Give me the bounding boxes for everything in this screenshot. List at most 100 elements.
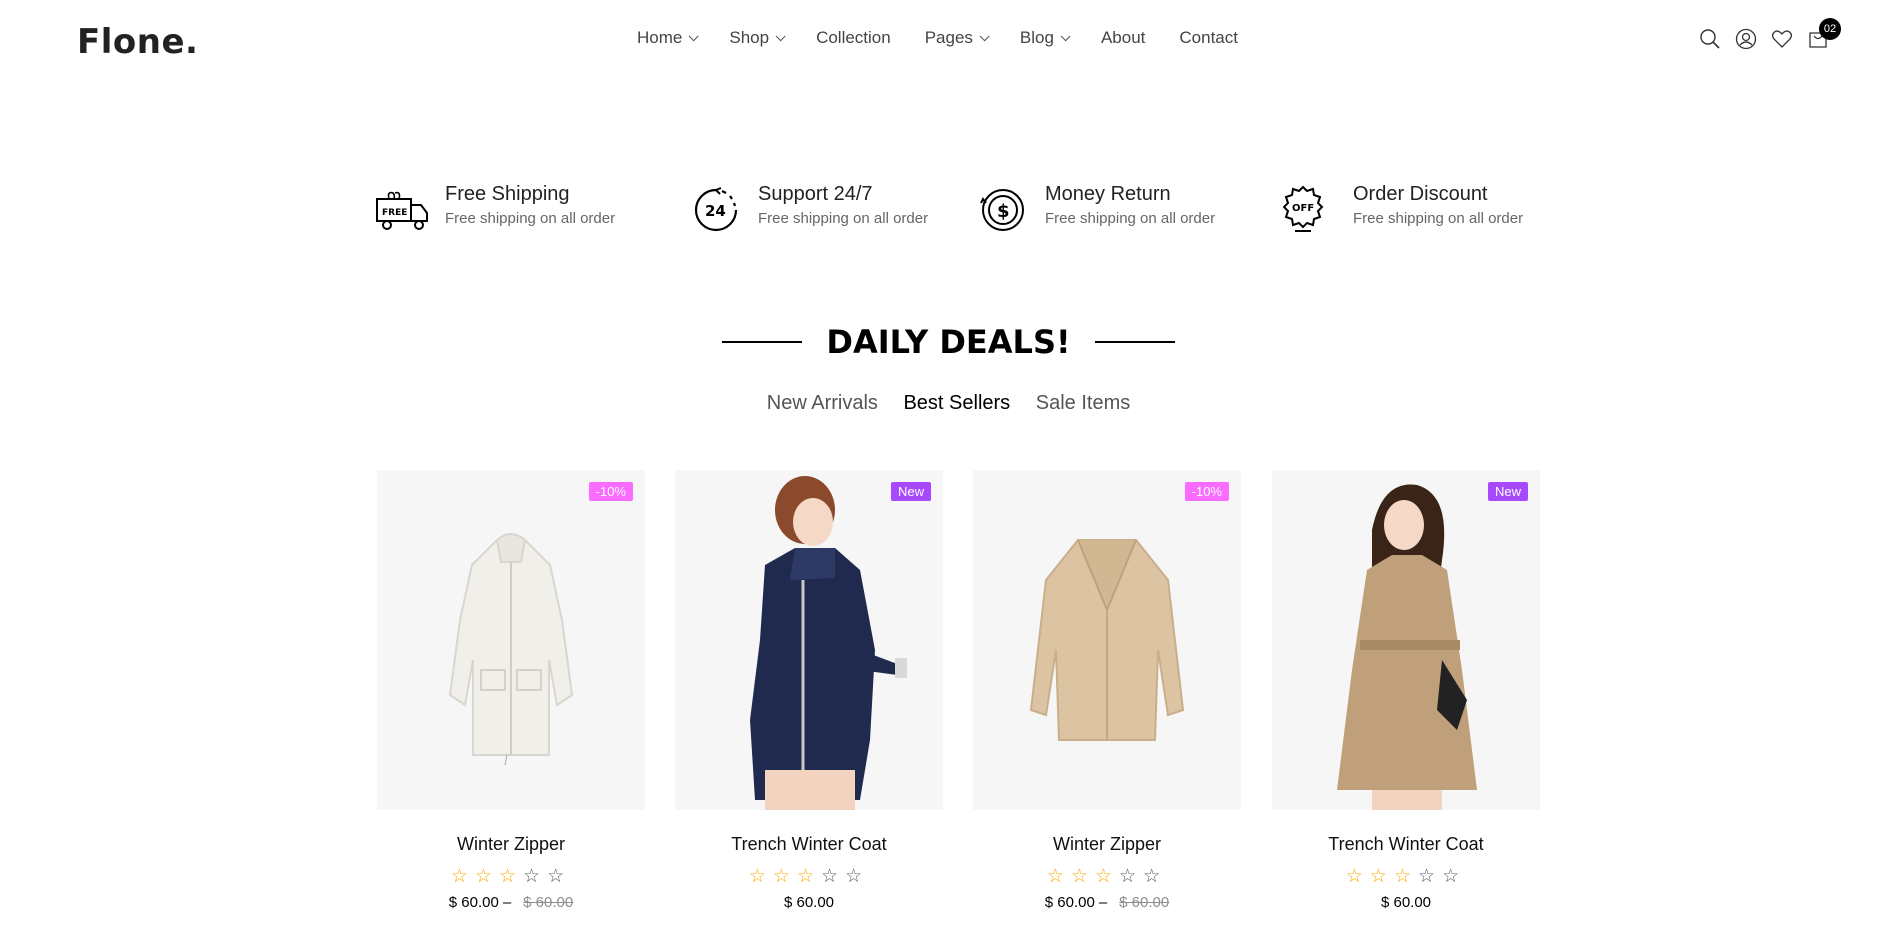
product-price: $ 60.00– $ 60.00 bbox=[377, 894, 645, 911]
product-rating: ☆☆☆☆☆ bbox=[675, 865, 943, 888]
star-filled-icon: ☆ bbox=[796, 866, 822, 887]
star-empty-icon: ☆ bbox=[845, 866, 870, 887]
product-badge: -10% bbox=[588, 482, 633, 501]
star-empty-icon: ☆ bbox=[821, 866, 846, 887]
nav-label: Blog bbox=[1019, 28, 1054, 47]
header-icons: 02 bbox=[1699, 18, 1841, 50]
current-price: $ 60.00 bbox=[1044, 894, 1095, 911]
tab-best-sellers[interactable]: Best Sellers bbox=[903, 392, 1010, 415]
product-badge: New bbox=[890, 482, 931, 501]
feature-desc: Free shipping on all order bbox=[1045, 210, 1216, 227]
old-price: $ 60.00 bbox=[523, 894, 574, 911]
price-separator: – bbox=[502, 894, 512, 911]
user-icon[interactable] bbox=[1735, 28, 1757, 50]
feature-order-discount: OFF Order Discount Free shipping on all … bbox=[1282, 183, 1524, 235]
star-filled-icon: ☆ bbox=[748, 866, 773, 887]
chevron-down-icon bbox=[689, 30, 699, 41]
nav-item-shop[interactable]: Shop bbox=[729, 28, 786, 48]
star-filled-icon: ☆ bbox=[772, 866, 797, 887]
nav-item-home[interactable]: Home bbox=[637, 28, 699, 48]
old-price: $ 60.00 bbox=[1119, 894, 1170, 911]
product-badge: New bbox=[1487, 482, 1528, 501]
feature-title: Order Discount bbox=[1353, 183, 1488, 205]
star-filled-icon: ☆ bbox=[1094, 866, 1120, 887]
nav-label: Contact bbox=[1179, 28, 1238, 47]
nav-label: Home bbox=[637, 28, 683, 47]
cart-count-badge: 02 bbox=[1819, 18, 1841, 40]
star-filled-icon: ☆ bbox=[498, 866, 524, 887]
nav-label: Collection bbox=[816, 28, 891, 47]
support-24-icon: 24 bbox=[688, 185, 744, 235]
star-empty-icon: ☆ bbox=[1143, 866, 1168, 887]
nav-item-pages[interactable]: Pages bbox=[925, 28, 990, 48]
current-price: $ 60.00 bbox=[448, 894, 499, 911]
product-price: $ 60.00 bbox=[675, 894, 943, 911]
nav-item-contact[interactable]: Contact bbox=[1179, 28, 1238, 48]
cart-icon[interactable]: 02 bbox=[1807, 18, 1841, 50]
feature-title: Support 24/7 bbox=[758, 183, 873, 205]
feature-desc: Free shipping on all order bbox=[1353, 210, 1524, 227]
chevron-down-icon bbox=[979, 30, 990, 41]
nav-item-about[interactable]: About bbox=[1101, 28, 1145, 48]
nav-item-blog[interactable]: Blog bbox=[1019, 28, 1071, 48]
product-name[interactable]: Trench Winter Coat bbox=[1272, 834, 1540, 855]
denim-coat-woman-image bbox=[750, 476, 907, 810]
star-filled-icon: ☆ bbox=[450, 866, 475, 887]
product-name[interactable]: Winter Zipper bbox=[973, 834, 1241, 855]
white-jacket-image bbox=[448, 533, 574, 766]
product-image[interactable]: New bbox=[675, 470, 943, 810]
svg-text:FREE: FREE bbox=[382, 208, 407, 218]
feature-desc: Free shipping on all order bbox=[445, 210, 616, 227]
search-icon[interactable] bbox=[1699, 28, 1721, 50]
product-card[interactable]: New Trench Winter Coat ☆☆☆☆☆ $ 60.00 bbox=[675, 470, 943, 911]
product-rating: ☆☆☆☆☆ bbox=[973, 865, 1241, 888]
product-name[interactable]: Trench Winter Coat bbox=[675, 834, 943, 855]
section-title: DAILY DEALS! bbox=[0, 323, 1897, 361]
features-strip: FREE Free Shipping Free shipping on all … bbox=[375, 183, 1525, 243]
star-filled-icon: ☆ bbox=[474, 866, 499, 887]
product-badge: -10% bbox=[1184, 482, 1229, 501]
site-logo[interactable]: Flone. bbox=[77, 22, 198, 62]
feature-money-return: $ Money Return Free shipping on all orde… bbox=[975, 183, 1215, 235]
product-image[interactable]: -10% bbox=[377, 470, 645, 810]
section-heading: DAILY DEALS! bbox=[826, 323, 1071, 361]
svg-text:$: $ bbox=[997, 201, 1010, 222]
beige-teddy-coat-image bbox=[1029, 539, 1185, 741]
product-image[interactable]: New bbox=[1272, 470, 1540, 810]
star-empty-icon: ☆ bbox=[1418, 866, 1443, 887]
free-shipping-truck-icon: FREE bbox=[375, 185, 431, 235]
heart-icon[interactable] bbox=[1771, 28, 1793, 50]
product-price: $ 60.00 bbox=[1272, 894, 1540, 911]
star-filled-icon: ☆ bbox=[1070, 866, 1095, 887]
star-filled-icon: ☆ bbox=[1046, 866, 1071, 887]
title-left-rule bbox=[721, 341, 802, 343]
main-nav: Home Shop Collection Pages Blog About Co… bbox=[637, 28, 1272, 48]
order-discount-icon: OFF bbox=[1282, 185, 1339, 235]
feature-desc: Free shipping on all order bbox=[758, 210, 929, 227]
product-name[interactable]: Winter Zipper bbox=[377, 834, 645, 855]
product-card[interactable]: -10% Winter Zipper ☆☆☆☆☆ $ 60.00– $ 60.00 bbox=[377, 470, 645, 911]
tab-sale-items[interactable]: Sale Items bbox=[1036, 392, 1130, 415]
product-rating: ☆☆☆☆☆ bbox=[377, 865, 645, 888]
trench-coat-woman-image bbox=[1337, 484, 1477, 810]
price-separator: – bbox=[1098, 894, 1108, 911]
star-empty-icon: ☆ bbox=[1119, 866, 1144, 887]
chevron-down-icon bbox=[775, 30, 786, 41]
star-empty-icon: ☆ bbox=[1442, 866, 1467, 887]
current-price: $ 60.00 bbox=[1380, 894, 1432, 911]
svg-text:24: 24 bbox=[705, 202, 726, 220]
feature-title: Money Return bbox=[1045, 183, 1171, 205]
star-filled-icon: ☆ bbox=[1393, 866, 1419, 887]
product-card[interactable]: New Trench Winter Coat ☆☆☆☆☆ $ 60.00 bbox=[1272, 470, 1540, 911]
nav-item-collection[interactable]: Collection bbox=[816, 28, 891, 48]
product-card[interactable]: -10% Winter Zipper ☆☆☆☆☆ $ 60.00– $ 60.00 bbox=[973, 470, 1241, 911]
site-header: Flone. Home Shop Collection Pages Blog A… bbox=[0, 0, 1897, 80]
star-filled-icon: ☆ bbox=[1369, 866, 1394, 887]
svg-text:OFF: OFF bbox=[1292, 203, 1314, 214]
product-rating: ☆☆☆☆☆ bbox=[1272, 865, 1540, 888]
tab-new-arrivals[interactable]: New Arrivals bbox=[767, 392, 878, 415]
nav-label: About bbox=[1100, 28, 1146, 47]
product-image[interactable]: -10% bbox=[973, 470, 1241, 810]
title-right-rule bbox=[1095, 341, 1176, 343]
star-empty-icon: ☆ bbox=[523, 866, 548, 887]
